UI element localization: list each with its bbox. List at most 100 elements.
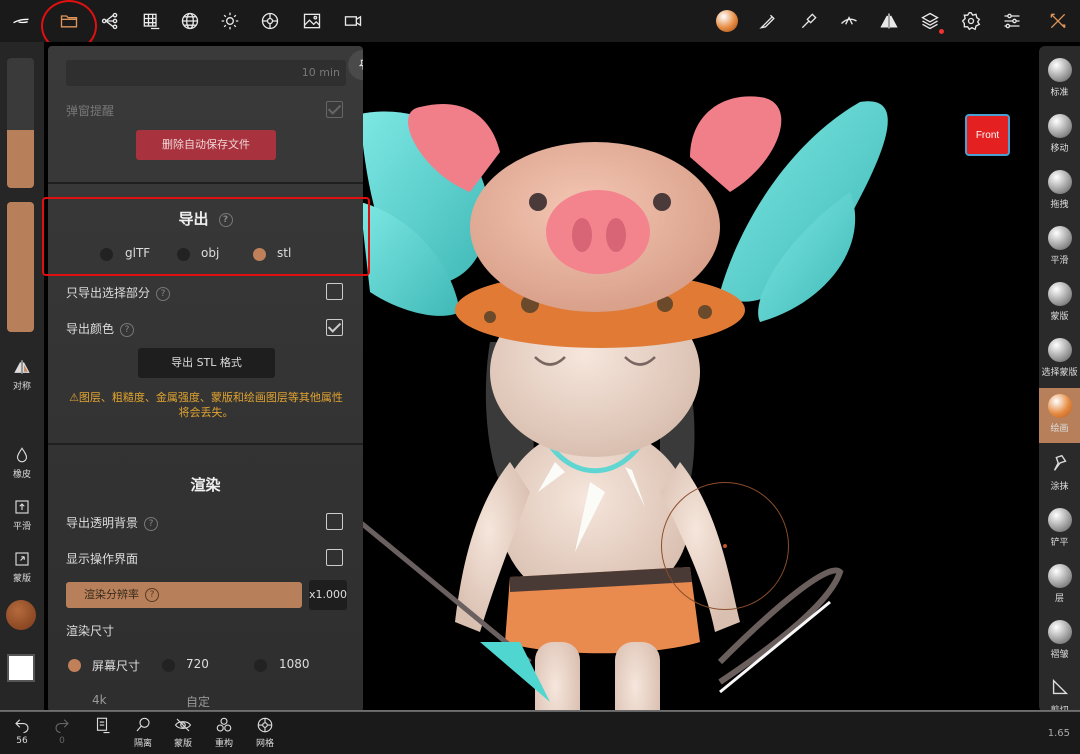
remesh-icon [216, 717, 232, 732]
render-resolution-slider[interactable]: 渲染分辨率? [66, 582, 302, 608]
divider [48, 443, 363, 445]
paint-color-swatch[interactable] [6, 600, 36, 630]
gltf-radio[interactable] [100, 248, 113, 261]
obj-radio[interactable] [177, 248, 190, 261]
export-selected-checkbox[interactable] [326, 283, 343, 300]
tool-mask[interactable]: 蒙版 [1039, 276, 1080, 331]
tool-trim[interactable]: 剪切 [1039, 670, 1080, 712]
undo-button[interactable]: 56 [2, 716, 42, 746]
export-selected-label: 只导出选择部分? [66, 284, 171, 301]
stl-radio[interactable] [253, 248, 266, 261]
picker-icon[interactable] [795, 7, 823, 35]
tool-label: 选择蒙版 [1041, 368, 1078, 378]
scene-graph-icon[interactable] [96, 7, 124, 35]
720-radio[interactable] [162, 659, 175, 672]
hide-mask-button[interactable]: 蒙版 [163, 716, 203, 749]
obj-label: obj [201, 246, 220, 260]
export-stl-button[interactable]: 导出 STL 格式 [138, 348, 275, 378]
radius-slider-fill [7, 129, 34, 188]
symmetry-icon[interactable] [875, 7, 903, 35]
export-color-checkbox[interactable] [326, 319, 343, 336]
light-icon[interactable] [216, 7, 244, 35]
tool-layer[interactable]: 层 [1039, 558, 1080, 613]
camera-icon[interactable] [339, 7, 367, 35]
magnifier-icon [136, 717, 150, 732]
tool-move[interactable]: 移动 [1039, 108, 1080, 163]
sliders-icon[interactable] [998, 7, 1026, 35]
tool-flatten[interactable]: 铲平 [1039, 502, 1080, 557]
render-size-label: 渲染尺寸 [66, 624, 115, 638]
help-icon[interactable]: ? [145, 588, 159, 602]
brush-center-dot [723, 544, 727, 548]
mask-icon [13, 550, 31, 568]
brush-radius-slider[interactable] [7, 58, 34, 188]
help-icon[interactable]: ? [144, 516, 159, 531]
settings-icon[interactable] [957, 7, 985, 35]
standard-brush-icon [1047, 58, 1072, 82]
material-ball-icon[interactable] [256, 7, 284, 35]
isolate-button[interactable]: 隔离 [123, 716, 163, 749]
render-resolution-value[interactable]: x1.000 [309, 580, 347, 610]
flatten-icon [1047, 508, 1072, 532]
secondary-color-swatch[interactable] [7, 654, 35, 682]
mask-brush-icon [1047, 282, 1072, 306]
show-ui-checkbox[interactable] [326, 549, 343, 566]
delete-autosave-button[interactable]: 删除自动保存文件 [136, 130, 276, 160]
tool-label: 拖拽 [1050, 200, 1069, 210]
show-ui-label: 显示操作界面 [66, 552, 139, 566]
transparent-bg-checkbox[interactable] [326, 513, 343, 530]
tool-paint[interactable]: 绘画 [1039, 388, 1080, 443]
render-size-group: 屏幕尺寸 720 1080 [48, 656, 363, 676]
custom-label[interactable]: 自定 [186, 693, 210, 710]
sphere-mesh-icon[interactable] [176, 7, 204, 35]
background-image-icon[interactable] [298, 7, 326, 35]
popup-reminder-checkbox[interactable] [326, 101, 343, 118]
show-ui-row: 显示操作界面 [48, 548, 363, 568]
mesh-button[interactable]: 网格 [245, 716, 285, 749]
help-icon[interactable]: ? [218, 212, 233, 227]
tool-drag[interactable]: 拖拽 [1039, 164, 1080, 219]
front-view-cube[interactable]: Front [965, 114, 1010, 156]
isolate-label: 隔离 [133, 739, 152, 749]
folder-icon[interactable] [55, 7, 83, 35]
tool-standard[interactable]: 标准 [1039, 52, 1080, 107]
mask-label: 蒙版 [173, 739, 192, 749]
4k-label[interactable]: 4k [92, 693, 107, 707]
export-format-group: glTF obj stl [48, 245, 363, 265]
stroke-icon[interactable] [835, 7, 863, 35]
tools-icon[interactable] [1044, 7, 1072, 35]
help-icon[interactable]: ? [120, 322, 135, 337]
autosave-interval-slider[interactable]: 10 min [66, 60, 346, 86]
redo-count: 0 [59, 736, 65, 746]
transparent-bg-row: 导出透明背景? [48, 512, 363, 532]
remesh-button[interactable]: 重构 [204, 716, 244, 749]
mask-toggle[interactable]: 蒙版 [0, 550, 44, 584]
1080-radio[interactable] [254, 659, 267, 672]
smooth-toggle[interactable]: 平滑 [0, 498, 44, 532]
pig-hat-character-model [360, 96, 888, 712]
tool-select-mask[interactable]: 选择蒙版 [1039, 332, 1080, 387]
smudge-icon [1048, 452, 1072, 476]
brush-intensity-slider[interactable] [7, 202, 34, 332]
eraser-toggle[interactable]: 橡皮 [0, 446, 44, 480]
tool-smooth[interactable]: 平滑 [1039, 220, 1080, 275]
crease-icon [1047, 620, 1072, 644]
symmetry-label: 对称 [12, 382, 31, 392]
divider [48, 182, 363, 184]
tool-label: 涂抹 [1050, 482, 1069, 492]
symmetry-icon [13, 358, 31, 376]
topology-grid-icon[interactable] [137, 7, 165, 35]
screen-size-radio[interactable] [68, 659, 81, 672]
symmetry-toggle[interactable]: 对称 [0, 358, 44, 392]
tool-smudge[interactable]: 涂抹 [1039, 446, 1080, 501]
tool-crease[interactable]: 褶皱 [1039, 614, 1080, 669]
matcap-ball-icon[interactable] [713, 7, 741, 35]
pin-button[interactable] [348, 50, 363, 80]
tool-label: 绘画 [1050, 424, 1069, 434]
smooth-brush-icon [1047, 226, 1072, 250]
document-button[interactable] [82, 716, 122, 736]
brush-stroke-icon[interactable] [7, 7, 35, 35]
brush-icon[interactable] [754, 7, 782, 35]
redo-button[interactable]: 0 [42, 716, 82, 746]
help-icon[interactable]: ? [156, 286, 171, 301]
